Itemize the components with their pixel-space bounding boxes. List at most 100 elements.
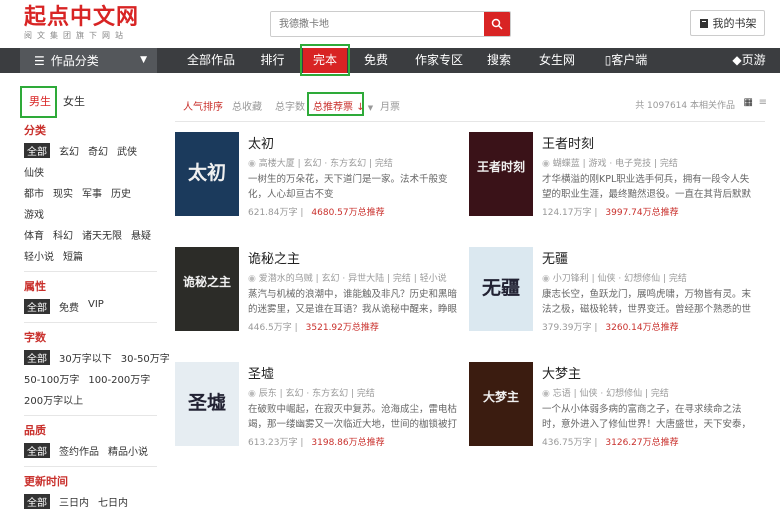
sort-monthly-ticket[interactable]: 月票 <box>380 98 400 113</box>
filter-option[interactable]: 50-100万字 <box>24 371 79 386</box>
filter-option[interactable]: 七日内 <box>98 494 128 509</box>
sort-word-count[interactable]: 总字数 <box>275 98 305 113</box>
sort-bar: 人气排序 总收藏 总字数 总推荐票 ↓ ▼ 月票 共 1097614 本相关作品… <box>175 88 767 122</box>
book-cover[interactable]: 圣墟 <box>175 362 239 446</box>
book-tags[interactable]: 仙侠 · 幻想修仙 <box>580 389 643 399</box>
filter-option[interactable]: 全部 <box>24 443 50 458</box>
filter-option[interactable]: 都市 <box>24 185 44 200</box>
category-menu-button[interactable]: ☰ 作品分类 ▼ <box>20 48 157 73</box>
filter-section: 品质 全部 签约作品 精品小说 <box>20 422 157 467</box>
book-tags[interactable]: 仙侠 · 幻想修仙 <box>598 274 661 284</box>
sort-collections[interactable]: 总收藏 <box>232 98 262 113</box>
list-view-icon[interactable]: ≡ <box>759 97 767 108</box>
book-tags[interactable]: 玄幻 · 东方玄幻 <box>304 159 367 169</box>
filter-option[interactable]: 武侠 <box>117 143 137 158</box>
book-author[interactable]: 爱潜水的乌贼 <box>259 274 313 284</box>
filter-option[interactable]: 短篇 <box>63 248 83 263</box>
filter-option[interactable]: 30万字以下 <box>59 350 112 365</box>
book-card[interactable]: 圣墟 圣墟 ◉ 辰东 | 玄幻 · 东方玄幻 | 完结 在破败中崛起，在寂灭中复苏。沧… <box>175 362 465 474</box>
filter-option[interactable]: 奇幻 <box>88 143 108 158</box>
filter-option[interactable]: 全部 <box>24 494 50 509</box>
filter-option[interactable]: 仙侠 <box>24 164 44 179</box>
book-card[interactable]: 太初 太初 ◉ 高楼大厦 | 玄幻 · 东方玄幻 | 完结 一树生的万朵花，天下道门是… <box>175 132 465 244</box>
filter-option[interactable]: 全部 <box>24 299 50 314</box>
nav-author-zone[interactable]: 作家专区 <box>410 48 468 73</box>
book-cover[interactable]: 诡秘之主 <box>175 247 239 331</box>
search-box <box>270 11 511 37</box>
book-extra-tag[interactable]: 轻小说 <box>420 274 447 284</box>
cover-title: 大梦主 <box>482 390 519 404</box>
filter-option[interactable]: 轻小说 <box>24 248 54 263</box>
filter-option[interactable]: 军事 <box>82 185 102 200</box>
book-author[interactable]: 小刀锋利 <box>553 274 589 284</box>
book-tags[interactable]: 玄幻 · 异世大陆 <box>322 274 385 284</box>
recommend-count: 3997.74万总推荐 <box>605 208 679 218</box>
filter-option[interactable]: VIP <box>88 299 104 314</box>
filter-option[interactable]: 体育 <box>24 227 44 242</box>
word-count: 613.23万字 <box>248 438 298 448</box>
book-title[interactable]: 大梦主 <box>542 363 581 382</box>
filter-option[interactable]: 100-200万字 <box>88 371 150 386</box>
nav-client[interactable]: ▯客户端 <box>598 48 654 73</box>
grid-view-icon[interactable]: ▦ <box>744 97 753 108</box>
filter-row: 200万字以上 <box>24 392 157 407</box>
book-cover[interactable]: 太初 <box>175 132 239 216</box>
nav-web-games[interactable]: ◆页游 <box>728 48 770 73</box>
book-title[interactable]: 太初 <box>248 133 274 152</box>
filter-option[interactable]: 全部 <box>24 350 50 365</box>
book-author[interactable]: 高楼大厦 <box>259 159 295 169</box>
author-icon: ◉ <box>248 389 256 399</box>
book-title[interactable]: 王者时刻 <box>542 133 594 152</box>
nav-search[interactable]: 搜索 <box>478 48 520 73</box>
nav-girls[interactable]: 女生网 <box>533 48 581 73</box>
book-title[interactable]: 诡秘之主 <box>248 248 300 267</box>
site-logo[interactable]: 起点中文网 阅文集团旗下网站 <box>24 4 139 41</box>
book-title[interactable]: 无疆 <box>542 248 568 267</box>
bookshelf-button[interactable]: 我的书架 <box>690 10 765 36</box>
filter-option[interactable]: 现实 <box>53 185 73 200</box>
nav-free[interactable]: 免费 <box>355 48 397 73</box>
book-card[interactable]: 诡秘之主 诡秘之主 ◉ 爱潜水的乌贼 | 玄幻 · 异世大陆 | 完结 | 轻小说蒸… <box>175 247 465 359</box>
filter-option[interactable]: 玄幻 <box>59 143 79 158</box>
filter-row: 全部 三日内 七日内 <box>24 494 157 509</box>
book-card[interactable]: 无疆 无疆 ◉ 小刀锋利 | 仙侠 · 幻想修仙 | 完结 康志长空，鱼跃龙门，展鸣虎… <box>469 247 759 359</box>
filter-option[interactable]: 签约作品 <box>59 443 99 458</box>
book-cover[interactable]: 大梦主 <box>469 362 533 446</box>
filter-option[interactable]: 诸天无限 <box>82 227 122 242</box>
book-intro: 蒸汽与机械的浪潮中，谁能触及非凡？历史和黑暗的迷雾里，又是谁在耳语？我从诡秘中醒… <box>248 289 458 315</box>
filter-row: 仙侠 <box>24 164 157 179</box>
book-card[interactable]: 大梦主 大梦主 ◉ 忘语 | 仙侠 · 幻想修仙 | 完结 一个从小体弱多病的富商之子… <box>469 362 759 474</box>
book-cover[interactable]: 无疆 <box>469 247 533 331</box>
filter-option[interactable]: 三日内 <box>59 494 89 509</box>
filter-option[interactable]: 免费 <box>59 299 79 314</box>
filter-row: 轻小说 短篇 <box>24 248 157 263</box>
chevron-down-icon: ▼ <box>140 55 147 65</box>
nav-all-works[interactable]: 全部作品 <box>182 48 240 73</box>
search-input[interactable] <box>271 12 485 36</box>
filter-option[interactable]: 历史 <box>111 185 131 200</box>
filter-option[interactable]: 精品小说 <box>108 443 148 458</box>
recommend-count: 4680.57万总推荐 <box>311 208 385 218</box>
book-tags[interactable]: 游戏 · 电子竞技 <box>589 159 652 169</box>
search-button[interactable] <box>484 12 510 36</box>
book-title[interactable]: 圣墟 <box>248 363 274 382</box>
book-author[interactable]: 辰东 <box>259 389 277 399</box>
book-cover[interactable]: 王者时刻 <box>469 132 533 216</box>
search-icon <box>491 18 503 30</box>
filter-option[interactable]: 30-50万字 <box>121 350 170 365</box>
book-card[interactable]: 王者时刻 王者时刻 ◉ 蝴蝶蓝 | 游戏 · 电子竞技 | 完结 才华横溢的刚KPL职… <box>469 132 759 244</box>
sort-popularity[interactable]: 人气排序 <box>183 98 223 113</box>
filter-option[interactable]: 200万字以上 <box>24 392 83 407</box>
nav-client-label: 客户端 <box>611 53 648 67</box>
filter-option[interactable]: 全部 <box>24 143 50 158</box>
filter-section-title: 分类 <box>24 124 46 137</box>
book-intro: 才华横溢的刚KPL职业选手何兵，拥有一段令人失望的职业生涯，最终黯然退役。一直在… <box>542 174 752 200</box>
filter-option[interactable]: 游戏 <box>24 206 44 221</box>
filter-option[interactable]: 科幻 <box>53 227 73 242</box>
book-tags[interactable]: 玄幻 · 东方玄幻 <box>286 389 349 399</box>
nav-ranking[interactable]: 排行 <box>250 48 295 73</box>
book-author[interactable]: 蝴蝶蓝 <box>553 159 580 169</box>
book-author[interactable]: 忘语 <box>553 389 571 399</box>
filter-option[interactable]: 悬疑 <box>131 227 151 242</box>
tab-female[interactable]: 女生 <box>63 93 85 109</box>
